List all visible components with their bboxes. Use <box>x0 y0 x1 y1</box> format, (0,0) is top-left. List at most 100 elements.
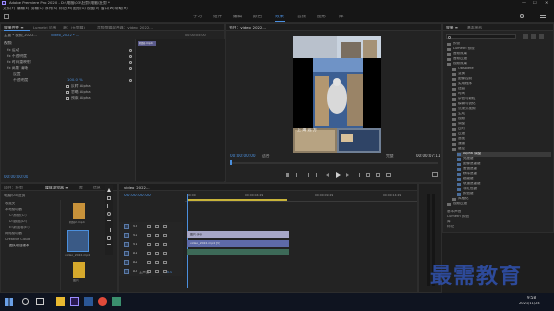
tree-drive-e[interactable]: E:\新加卷(E:) <box>9 226 30 229</box>
master-track-value[interactable]: 0.0 <box>167 271 172 274</box>
workspace-graphics[interactable]: 图形 <box>317 15 326 20</box>
ripple-edit-tool-icon[interactable] <box>107 204 111 208</box>
workspace-effects[interactable]: 效果 <box>275 15 284 20</box>
source-patch-button[interactable] <box>124 233 129 238</box>
tab-essential-graphics[interactable]: 基本图形 <box>467 26 482 30</box>
maximize-button[interactable]: ☐ <box>533 1 537 5</box>
play-icon[interactable] <box>336 172 341 178</box>
source-clip-label[interactable]: 主要 * 视频_2022... <box>4 34 37 38</box>
button-editor-icon[interactable] <box>432 172 438 177</box>
source-patch-button[interactable] <box>124 224 129 229</box>
mark-out-icon[interactable] <box>306 173 309 177</box>
sequence-label[interactable]: video_2022 * ... <box>51 34 79 38</box>
task-view-icon[interactable] <box>36 298 44 305</box>
invert-alpha-checkbox[interactable] <box>66 85 69 88</box>
lock-icon[interactable] <box>147 260 151 264</box>
32bit-effects-icon[interactable] <box>531 34 536 39</box>
workspace-learn[interactable]: 学习 <box>193 15 202 20</box>
thumbnail-item[interactable] <box>73 262 85 278</box>
app-chrome-icon[interactable] <box>98 297 107 306</box>
track-header[interactable]: A1 <box>119 249 183 258</box>
premultiply-alpha-checkbox[interactable] <box>66 97 69 100</box>
lock-icon[interactable] <box>147 233 151 237</box>
panel-libraries[interactable]: 库 <box>447 220 451 224</box>
ignore-alpha-checkbox[interactable] <box>66 91 69 94</box>
work-area-bar[interactable] <box>187 199 287 201</box>
app-photos-icon[interactable] <box>112 297 121 306</box>
tree-local-drives[interactable]: 本地驱动器 <box>5 208 22 211</box>
menu-window[interactable]: 窗口(W) <box>101 7 115 11</box>
pen-tool-icon[interactable] <box>107 228 111 232</box>
tab-source[interactable]: 源：(无剪辑) <box>63 26 85 30</box>
panel-essential-sound[interactable]: 基本声音 <box>447 210 461 214</box>
sync-icon[interactable] <box>155 269 159 273</box>
eye-icon[interactable] <box>163 269 167 273</box>
program-timecode-left[interactable]: 00:00:00:00 <box>230 154 256 158</box>
go-to-in-icon[interactable] <box>316 173 320 177</box>
workspace-libraries[interactable]: 库 <box>339 15 344 20</box>
menu-file[interactable]: 文件(F) <box>3 7 15 11</box>
app-word-icon[interactable] <box>84 297 93 306</box>
tab-media-browser[interactable]: 媒体浏览器 ≡ <box>45 186 68 190</box>
reset-icon[interactable] <box>129 55 132 58</box>
sync-icon[interactable] <box>155 242 159 246</box>
clip-v1[interactable]: video_2022.mp4 [V] <box>187 240 289 247</box>
workspace-color[interactable]: 颜色 <box>253 15 262 20</box>
extract-icon[interactable] <box>376 173 380 177</box>
tab-lumetri-scopes[interactable]: Lumetri 范围 <box>33 26 56 30</box>
track-header[interactable]: A2 <box>119 258 183 267</box>
minimize-button[interactable]: — <box>522 1 526 5</box>
menu-clip[interactable]: 剪辑(C) <box>31 7 44 11</box>
lock-icon[interactable] <box>147 224 151 228</box>
source-patch-button[interactable] <box>124 260 129 265</box>
tree-network-drives[interactable]: 网络驱动器 <box>5 232 22 235</box>
playhead-icon[interactable] <box>230 160 232 165</box>
clip-v2[interactable]: 图片.jpg <box>187 231 289 238</box>
mark-in-icon[interactable] <box>296 173 299 177</box>
thumbnail-item[interactable] <box>67 230 89 252</box>
menu-marker[interactable]: 标记(M) <box>59 7 72 11</box>
panel-markers[interactable]: 标记 <box>447 225 454 229</box>
menu-graphics[interactable]: 图形(G) <box>73 7 86 11</box>
menu-view[interactable]: 视图(V) <box>87 7 99 11</box>
sync-icon[interactable] <box>155 233 159 237</box>
taskbar-search-icon[interactable] <box>22 298 29 305</box>
tab-audio-clip-mixer[interactable]: 音频剪辑混合器：video_2022... <box>97 26 153 30</box>
tab-project[interactable]: 项目：狂剪 <box>4 186 23 190</box>
export-frame-icon[interactable] <box>386 173 391 177</box>
menu-sequence[interactable]: 序列(S) <box>45 7 57 11</box>
effects-search-input[interactable] <box>446 34 516 39</box>
tab-sequence[interactable]: video_2022... <box>124 186 150 190</box>
tree-drive-d[interactable]: D:\数据(D:) <box>9 220 27 223</box>
timeline-ruler[interactable]: 00:00 00:00:04:29 00:00:09:29 00:00:14:2… <box>185 194 417 202</box>
effects-tree-item[interactable]: 视频过渡 <box>447 202 551 207</box>
step-back-icon[interactable] <box>326 173 329 177</box>
lock-icon[interactable] <box>147 242 151 246</box>
app-explorer-icon[interactable] <box>56 297 65 306</box>
accelerated-effects-icon[interactable] <box>523 34 528 39</box>
clock-date[interactable]: 2021/11/24 <box>519 302 540 306</box>
tab-info[interactable]: 信息 <box>93 186 101 190</box>
reset-icon[interactable] <box>129 61 132 64</box>
fit-dropdown[interactable]: 适合 <box>262 154 270 158</box>
menu-help[interactable]: 帮助(H) <box>115 7 128 11</box>
tab-effect-controls[interactable]: 效果控件 ≡ <box>4 26 24 30</box>
windows-start-icon[interactable] <box>5 298 13 306</box>
eye-icon[interactable] <box>163 260 167 264</box>
reset-icon[interactable] <box>129 79 132 82</box>
program-video-frame[interactable]: 上 海 远 方 <box>293 36 381 153</box>
thumbnail-item[interactable] <box>73 203 85 219</box>
razor-tool-icon[interactable] <box>107 212 111 216</box>
clip-a1[interactable] <box>187 249 289 255</box>
tree-favorites[interactable]: 收藏夹 <box>5 202 15 205</box>
source-patch-button[interactable] <box>124 269 129 274</box>
eye-icon[interactable] <box>163 233 167 237</box>
tab-program[interactable]: 节目：video_2022... <box>229 26 266 30</box>
sync-icon[interactable] <box>155 260 159 264</box>
effect-controls-timecode[interactable]: 00:00:00:00 <box>4 175 28 179</box>
workspace-editing[interactable]: 编辑 <box>233 15 242 20</box>
reset-icon[interactable] <box>129 49 132 52</box>
program-scrubber[interactable] <box>230 162 438 164</box>
search-icon[interactable] <box>520 14 524 18</box>
track-header[interactable]: A3 <box>119 267 183 276</box>
